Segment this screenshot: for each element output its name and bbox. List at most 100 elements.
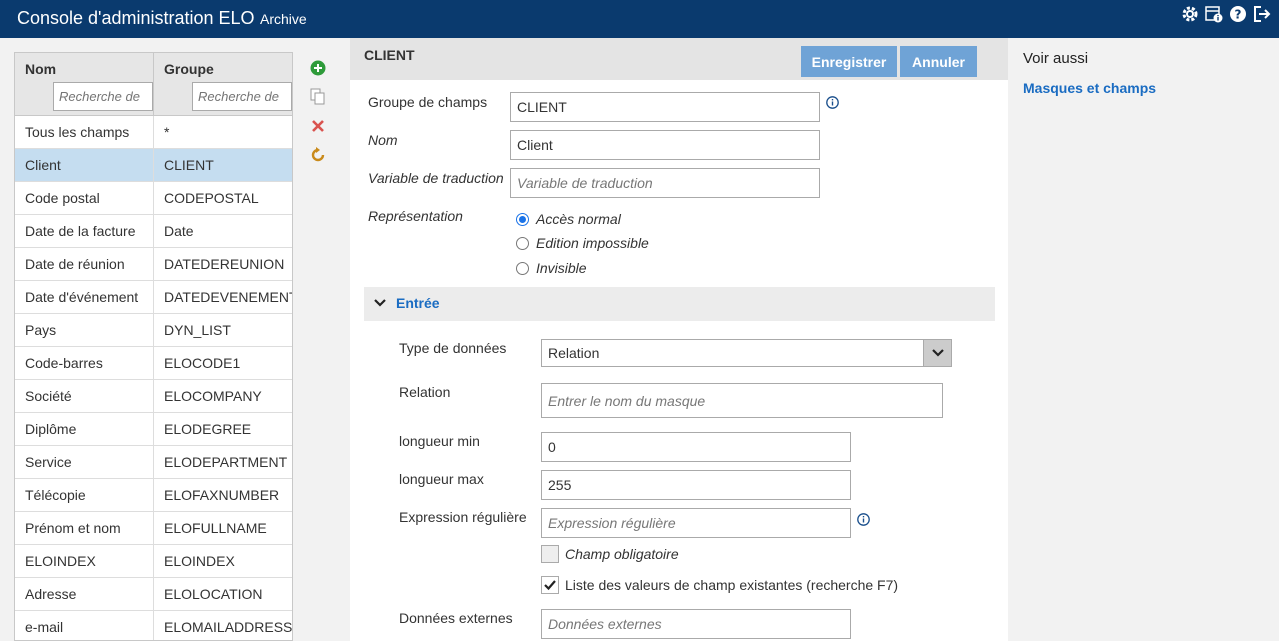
table-row[interactable]: Code-barres ELOCODE1	[15, 347, 292, 380]
row-groupe: CODEPOSTAL	[164, 190, 259, 206]
trad-label: Variable de traduction	[368, 170, 504, 186]
app-subtitle: Archive	[260, 11, 307, 27]
table-row[interactable]: Client CLIENT	[15, 149, 292, 182]
radio-label: Invisible	[536, 260, 587, 276]
row-nom: e-mail	[15, 611, 154, 640]
app-title: Console d'administration ELO	[17, 8, 255, 28]
row-nom: Pays	[15, 314, 154, 346]
archive-info-icon[interactable]	[1205, 5, 1223, 23]
row-nom: Adresse	[15, 578, 154, 610]
table-row[interactable]: ELOINDEX ELOINDEX	[15, 545, 292, 578]
row-groupe: ELOCOMPANY	[164, 388, 262, 404]
radio-label: Edition impossible	[536, 235, 649, 251]
row-groupe: ELOFAXNUMBER	[164, 487, 280, 503]
row-groupe: ELOCODE1	[164, 355, 241, 371]
row-nom: Code-barres	[15, 347, 154, 379]
table-row[interactable]: Service ELODEPARTMENT	[15, 446, 292, 479]
svg-text:?: ?	[1235, 8, 1242, 22]
row-groupe: *	[164, 124, 170, 140]
row-nom: Date de réunion	[15, 248, 154, 280]
table-row[interactable]: Code postal CODEPOSTAL	[15, 182, 292, 215]
required-checkbox[interactable]: Champ obligatoire	[541, 545, 679, 563]
min-label: longueur min	[399, 433, 480, 449]
max-label: longueur max	[399, 471, 484, 487]
radio-label: Accès normal	[536, 211, 621, 227]
table-row[interactable]: e-mail ELOMAILADDRESS	[15, 611, 292, 640]
row-nom: Prénom et nom	[15, 512, 154, 544]
table-row[interactable]: Télécopie ELOFAXNUMBER	[15, 479, 292, 512]
relation-field[interactable]	[541, 383, 943, 418]
row-nom: Télécopie	[15, 479, 154, 511]
groupe-field[interactable]	[510, 92, 820, 122]
search-groupe-input[interactable]	[192, 82, 292, 111]
nom-label: Nom	[368, 132, 398, 148]
table-row[interactable]: Pays DYN_LIST	[15, 314, 292, 347]
type-select[interactable]: Relation	[541, 339, 952, 367]
table-row[interactable]: Diplôme ELODEGREE	[15, 413, 292, 446]
row-nom: Diplôme	[15, 413, 154, 445]
list-values-checkbox[interactable]: Liste des valeurs de champ existantes (r…	[541, 576, 898, 594]
section-title: Entrée	[396, 295, 440, 311]
col-nom-label: Nom	[25, 61, 57, 77]
table-row[interactable]: Date de la facture Date	[15, 215, 292, 248]
min-field[interactable]	[541, 432, 851, 462]
logout-icon[interactable]	[1253, 5, 1271, 23]
trad-field[interactable]	[510, 168, 820, 198]
refresh-icon[interactable]	[308, 145, 328, 165]
row-groupe: DATEDEREUNION	[164, 256, 285, 272]
masks-fields-link[interactable]: Masques et champs	[1023, 80, 1156, 96]
info-icon[interactable]	[857, 513, 870, 529]
table-row[interactable]: Tous les champs *	[15, 116, 292, 149]
col-groupe-header: Groupe	[154, 53, 292, 116]
table-row[interactable]: Date d'événement DATEDEVENEMENT	[15, 281, 292, 314]
table-row[interactable]: Prénom et nom ELOFULLNAME	[15, 512, 292, 545]
delete-icon[interactable]	[308, 116, 328, 136]
radio-dot-checked	[516, 212, 529, 226]
header-icons: ?	[1181, 5, 1271, 23]
row-groupe: DYN_LIST	[164, 322, 231, 338]
radio-dot	[516, 261, 529, 275]
gear-icon[interactable]	[1181, 5, 1199, 23]
row-nom: Service	[15, 446, 154, 478]
external-field[interactable]	[541, 609, 851, 639]
radio-dot	[516, 236, 529, 250]
add-icon[interactable]	[308, 58, 328, 78]
radio-edition-impossible[interactable]: Edition impossible	[516, 235, 649, 251]
col-nom-header: Nom	[15, 53, 154, 116]
type-value: Relation	[548, 345, 600, 361]
table-row[interactable]: Société ELOCOMPANY	[15, 380, 292, 413]
copy-icon[interactable]	[308, 87, 328, 107]
save-button[interactable]: Enregistrer	[801, 46, 897, 77]
table-row[interactable]: Adresse ELOLOCATION	[15, 578, 292, 611]
cancel-button[interactable]: Annuler	[900, 46, 977, 77]
radio-acces-normal[interactable]: Accès normal	[516, 211, 621, 227]
search-nom-input[interactable]	[53, 82, 153, 111]
row-nom: Client	[15, 149, 154, 181]
relation-label: Relation	[399, 384, 451, 400]
row-groupe: ELOINDEX	[164, 553, 235, 569]
info-icon[interactable]	[826, 96, 839, 112]
help-icon[interactable]: ?	[1229, 5, 1247, 23]
list-toolbar	[308, 58, 328, 174]
section-entree[interactable]: Entrée	[364, 287, 995, 321]
radio-invisible[interactable]: Invisible	[516, 260, 587, 276]
row-nom: Date d'événement	[15, 281, 154, 313]
table-row[interactable]: Date de réunion DATEDEREUNION	[15, 248, 292, 281]
list-values-label: Liste des valeurs de champ existantes (r…	[565, 577, 899, 593]
row-nom: Date de la facture	[15, 215, 154, 247]
editor-header: CLIENT Enregistrer Annuler	[350, 38, 1008, 80]
see-also-panel: Voir aussi Masques et champs	[1008, 38, 1279, 641]
row-nom: ELOINDEX	[15, 545, 154, 577]
max-field[interactable]	[541, 470, 851, 500]
checkbox-box-checked	[541, 576, 559, 594]
list-body: Tous les champs * Client CLIENT Code posta…	[15, 116, 292, 640]
list-header: Nom Groupe	[15, 53, 292, 116]
row-nom: Code postal	[15, 182, 154, 214]
row-groupe: DATEDEVENEMENT	[164, 289, 293, 305]
see-also-title: Voir aussi	[1023, 50, 1089, 67]
regex-field[interactable]	[541, 508, 851, 538]
chevron-down-icon	[374, 296, 386, 312]
nom-field[interactable]	[510, 130, 820, 160]
required-label: Champ obligatoire	[565, 546, 679, 562]
row-groupe: ELODEPARTMENT	[164, 454, 288, 470]
